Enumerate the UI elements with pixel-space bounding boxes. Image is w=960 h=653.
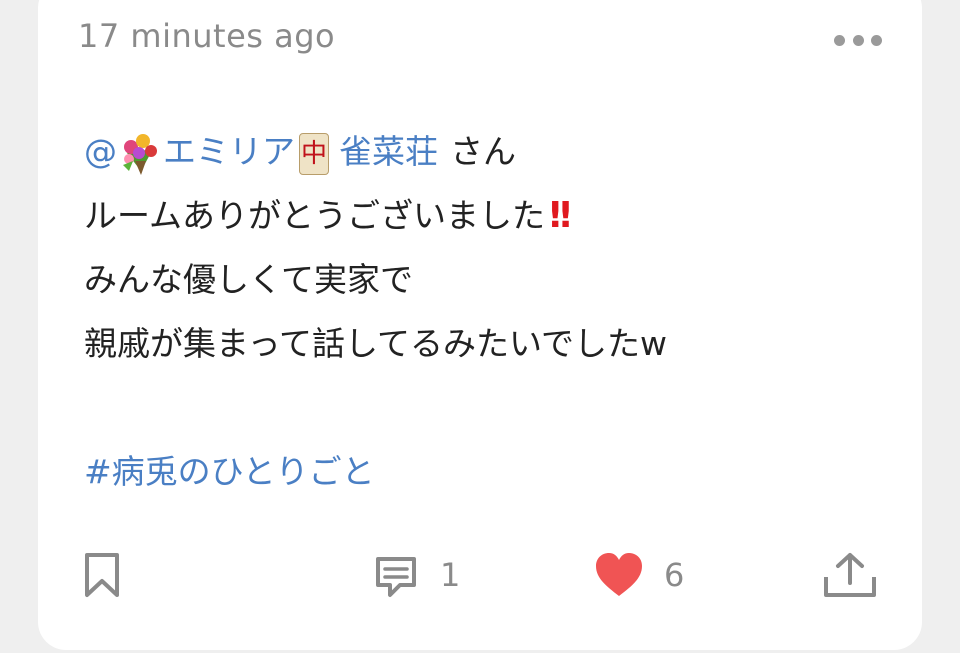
hashtag-link[interactable]: #病兎のひとりごと (84, 440, 904, 504)
post-timestamp: 17 minutes ago (78, 17, 336, 55)
double-exclamation-icon: !! (547, 195, 574, 236)
share-button[interactable] (822, 540, 878, 610)
bookmark-button[interactable] (82, 540, 122, 610)
post-line-2: みんな優しくて実家で (84, 260, 414, 299)
heart-icon (596, 553, 642, 596)
like-count: 6 (664, 556, 685, 594)
bookmark-icon (85, 553, 119, 597)
bouquet-emoji-icon (123, 133, 157, 175)
comment-count: 1 (440, 556, 461, 594)
post-line-3: 親戚が集まって話してるみたいでしたw (84, 324, 668, 363)
mention-name: エミリア (163, 132, 295, 171)
comment-button[interactable]: 1 (372, 540, 460, 610)
comment-icon (376, 557, 416, 597)
mention-line: @ エミリア中雀菜荘 さん (84, 120, 904, 184)
mention-link[interactable]: @ エミリア中雀菜荘 (84, 120, 438, 184)
mention-name-2: 雀菜荘 (339, 132, 438, 171)
more-options-dot (871, 34, 882, 46)
more-options-dot (852, 34, 864, 46)
post-card: 17 minutes ago @ エミリア中雀菜荘 さん ルームありがとうござい… (38, 0, 922, 650)
share-icon (824, 553, 876, 597)
more-options-button[interactable] (834, 30, 882, 50)
like-button[interactable]: 6 (594, 540, 684, 610)
post-body: @ エミリア中雀菜荘 さん ルームありがとうございました!! みんな優しくて実家… (84, 120, 904, 504)
mahjong-red-dragon-icon: 中 (299, 132, 329, 175)
action-bar: 1 6 (38, 540, 922, 610)
mention-at: @ (84, 132, 117, 171)
post-line-1-text: ルームありがとうございました (84, 196, 546, 235)
post-line-1: ルームありがとうございました!! (84, 184, 904, 248)
more-options-icon (834, 34, 845, 46)
mention-suffix: さん (450, 132, 516, 171)
